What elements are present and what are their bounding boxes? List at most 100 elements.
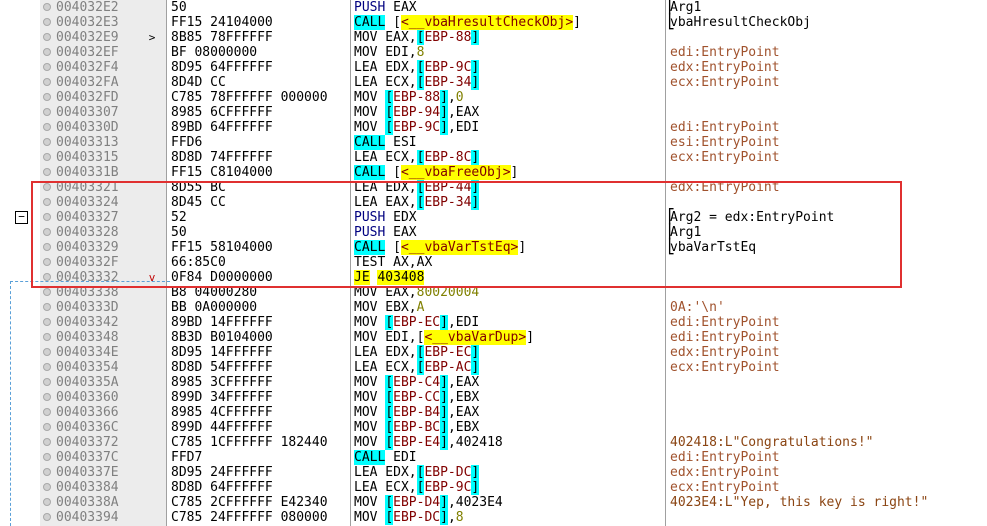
instruction-bytes: 899D 44FFFFFF <box>171 420 273 435</box>
breakpoint-dot-icon[interactable] <box>43 108 51 116</box>
breakpoint-dot-icon[interactable] <box>43 78 51 86</box>
instruction-bytes: C785 2CFFFFFF E42340 <box>171 495 328 510</box>
operand-token: EBP-DC <box>424 465 472 480</box>
operand-text: EDI, <box>377 45 417 60</box>
breakpoint-dot-icon[interactable] <box>43 378 51 386</box>
operand-token: ] <box>471 480 480 495</box>
instruction-comment: 402418:L"Congratulations!" <box>670 435 874 450</box>
operand-token: <__vbaFreeObj> <box>400 165 511 180</box>
mnemonic: MOV <box>354 330 378 345</box>
breakpoint-dot-icon[interactable] <box>43 363 51 371</box>
instruction-bytes: 89BD 14FFFFFF <box>171 315 273 330</box>
disasm-row[interactable]: 004032FA 8D4D CC LEA ECX,[EBP-34] ecx:Entry… <box>0 75 987 90</box>
breakpoint-dot-icon[interactable] <box>43 348 51 356</box>
operand-text: ,EDI <box>447 315 480 330</box>
instruction-comment: ecx:EntryPoint <box>670 150 780 165</box>
operand-text: EAX <box>385 0 417 15</box>
instruction-text: MOV EBX,A <box>354 300 664 315</box>
collapse-toggle-icon[interactable]: − <box>15 211 28 224</box>
instruction-text: MOV [EBP-D4],4023E4 <box>354 495 664 510</box>
breakpoint-dot-icon[interactable] <box>43 63 51 71</box>
instruction-bytes: 8B85 78FFFFFF <box>171 30 273 45</box>
instruction-address: 004032EF <box>56 45 119 60</box>
instruction-text: MOV [EBP-9C],EDI <box>354 120 664 135</box>
disasm-row[interactable]: 0040338A C785 2CFFFFFF E42340 MOV [EBP-D4]… <box>0 495 987 510</box>
breakpoint-dot-icon[interactable] <box>43 513 51 521</box>
instruction-bytes: 8985 4CFFFFFF <box>171 405 273 420</box>
disasm-row[interactable]: 00403313 FFD6 CALL ESI esi:EntryPoint <box>0 135 987 150</box>
instruction-address: 004032E2 <box>56 0 119 15</box>
instruction-bytes: 89BD 64FFFFFF <box>171 120 273 135</box>
disasm-row[interactable]: 004032FD C785 78FFFFFF 000000 MOV [EBP-88]… <box>0 90 987 105</box>
breakpoint-dot-icon[interactable] <box>43 168 51 176</box>
instruction-comment: edx:EntryPoint <box>670 465 780 480</box>
disasm-row[interactable]: 0040334E 8D95 14FFFFFF LEA EDX,[EBP-EC] edx… <box>0 345 987 360</box>
instruction-text: LEA EDX,[EBP-9C] <box>354 60 664 75</box>
operand-token: [ <box>385 375 394 390</box>
instruction-address: 0040331B <box>56 165 119 180</box>
operand-token: [ <box>385 495 394 510</box>
instruction-comment: edi:EntryPoint <box>670 450 780 465</box>
operand-text: ,EAX <box>447 105 480 120</box>
disasm-row[interactable]: 00403366 8985 4CFFFFFF MOV [EBP-B4],EAX <box>0 405 987 420</box>
breakpoint-dot-icon[interactable] <box>43 3 51 11</box>
disasm-row[interactable]: 00403384 8D8D 64FFFFFF LEA ECX,[EBP-9C] ecx… <box>0 480 987 495</box>
disasm-row[interactable]: 0040331B FF15 C8104000 CALL [<__vbaFreeObj… <box>0 165 987 180</box>
breakpoint-dot-icon[interactable] <box>43 423 51 431</box>
operand-token: ] <box>440 495 448 510</box>
operand-text: ,EAX <box>447 375 480 390</box>
operand-token: ] <box>471 30 480 45</box>
breakpoint-dot-icon[interactable] <box>43 153 51 161</box>
disasm-row[interactable]: 0040337C FFD7 CALL EDI edi:EntryPoint <box>0 450 987 465</box>
breakpoint-dot-icon[interactable] <box>43 48 51 56</box>
breakpoint-dot-icon[interactable] <box>43 18 51 26</box>
instruction-text: MOV [EBP-B4],EAX <box>354 405 664 420</box>
mnemonic: CALL <box>354 15 386 30</box>
instruction-bytes: C785 24FFFFFF 080000 <box>171 510 328 525</box>
operand-token: EBP-BC <box>393 420 441 435</box>
breakpoint-dot-icon[interactable] <box>43 393 51 401</box>
breakpoint-dot-icon[interactable] <box>43 33 51 41</box>
disasm-row[interactable]: 00403342 89BD 14FFFFFF MOV [EBP-EC],EDI edi… <box>0 315 987 330</box>
disasm-row[interactable]: 004032E3 FF15 24104000 CALL [<__vbaHresult… <box>0 15 987 30</box>
breakpoint-dot-icon[interactable] <box>43 498 51 506</box>
disasm-row[interactable]: 004032EF BF 08000000 MOV EDI,8 edi:EntryPoi… <box>0 45 987 60</box>
disasm-row[interactable]: 004032E2 50 PUSH EAX ⎡ Arg1 <box>0 0 987 15</box>
disasm-row[interactable]: 004032F4 8D95 64FFFFFF LEA EDX,[EBP-9C] edx… <box>0 60 987 75</box>
breakpoint-dot-icon[interactable] <box>43 438 51 446</box>
instruction-address: 00403384 <box>56 480 119 495</box>
operand-text: EDX, <box>377 60 417 75</box>
disasm-row[interactable]: 00403394 C785 24FFFFFF 080000 MOV [EBP-DC]… <box>0 510 987 525</box>
breakpoint-dot-icon[interactable] <box>43 123 51 131</box>
breakpoint-dot-icon[interactable] <box>43 333 51 341</box>
disasm-row[interactable]: 00403354 8D8D 54FFFFFF LEA ECX,[EBP-AC] ecx… <box>0 360 987 375</box>
breakpoint-dot-icon[interactable] <box>43 93 51 101</box>
mnemonic: LEA <box>354 150 378 165</box>
disasm-row[interactable]: 004032E9 >8B85 78FFFFFF MOV EAX,[EBP-88] <box>0 30 987 45</box>
instruction-bytes: 8D95 24FFFFFF <box>171 465 273 480</box>
breakpoint-dot-icon[interactable] <box>43 318 51 326</box>
operand-token: EBP-88 <box>393 90 441 105</box>
breakpoint-dot-icon[interactable] <box>43 453 51 461</box>
disasm-row[interactable]: 0040335A 8985 3CFFFFFF MOV [EBP-C4],EAX <box>0 375 987 390</box>
mnemonic: MOV <box>354 30 378 45</box>
breakpoint-dot-icon[interactable] <box>43 288 51 296</box>
disasm-row[interactable]: 00403307 8985 6CFFFFFF MOV [EBP-94],EAX <box>0 105 987 120</box>
disasm-row[interactable]: 00403348 8B3D B0104000 MOV EDI,[<__vbaVarD… <box>0 330 987 345</box>
breakpoint-dot-icon[interactable] <box>43 138 51 146</box>
breakpoint-dot-icon[interactable] <box>43 468 51 476</box>
operand-token: A <box>416 300 425 315</box>
disasm-row[interactable]: 0040337E 8D95 24FFFFFF LEA EDX,[EBP-DC] edx… <box>0 465 987 480</box>
breakpoint-dot-icon[interactable] <box>43 303 51 311</box>
disasm-row[interactable]: 00403372 C785 1CFFFFFF 182440 MOV [EBP-E4]… <box>0 435 987 450</box>
breakpoint-dot-icon[interactable] <box>43 408 51 416</box>
mnemonic: MOV <box>354 510 378 525</box>
disasm-row[interactable]: 00403360 899D 34FFFFFF MOV [EBP-CC],EBX <box>0 390 987 405</box>
disasm-row[interactable]: 0040333D BB 0A000000 MOV EBX,A 0A:'\n' <box>0 300 987 315</box>
disasm-row[interactable]: 00403315 8D8D 74FFFFFF LEA ECX,[EBP-8C] ecx… <box>0 150 987 165</box>
disasm-row[interactable]: 0040330D 89BD 64FFFFFF MOV [EBP-9C],EDI edi… <box>0 120 987 135</box>
operand-text: ,402418 <box>447 435 503 450</box>
breakpoint-dot-icon[interactable] <box>43 483 51 491</box>
mnemonic: MOV <box>354 120 378 135</box>
disasm-row[interactable]: 0040336C 899D 44FFFFFF MOV [EBP-BC],EBX <box>0 420 987 435</box>
